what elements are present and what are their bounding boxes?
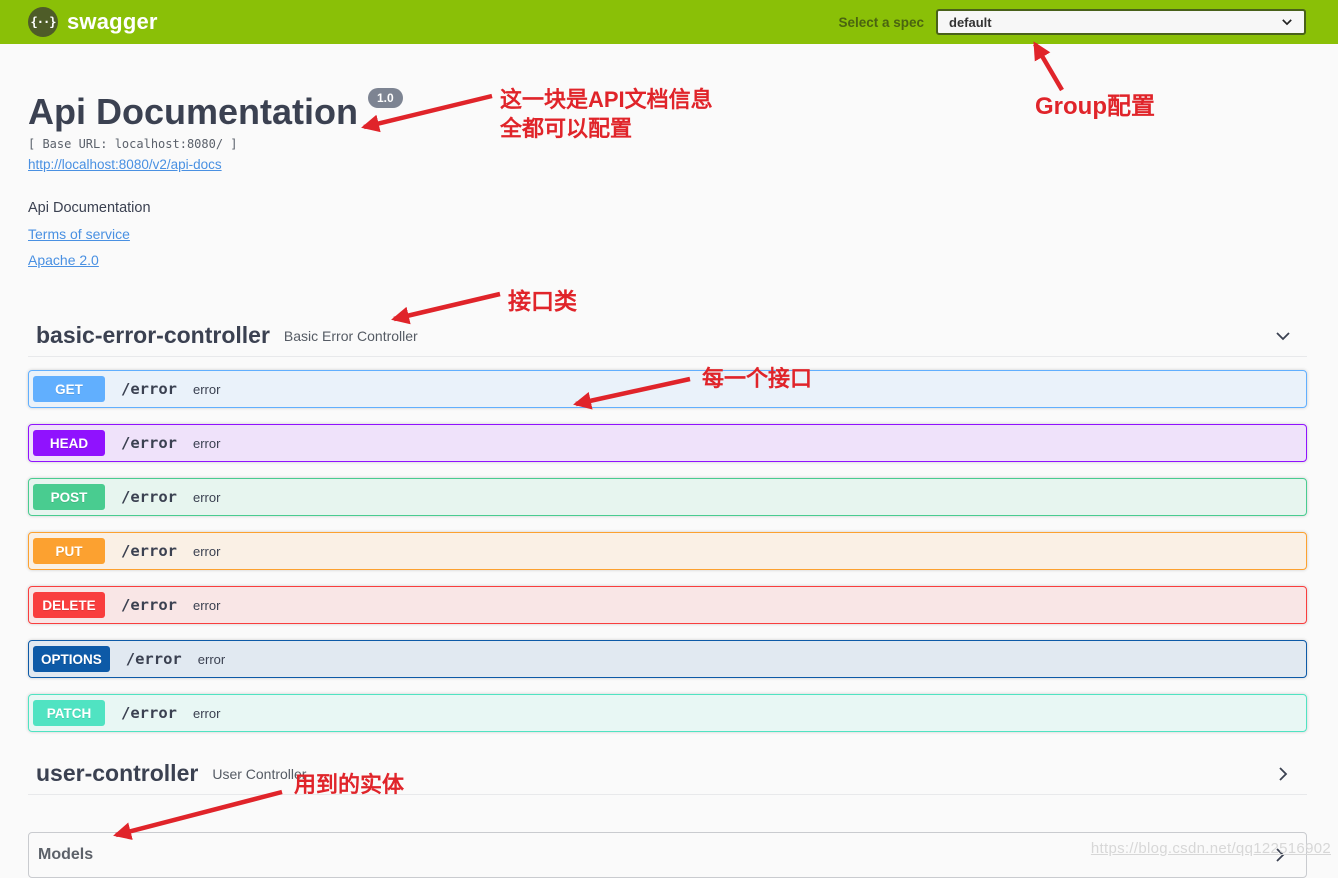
operation-path: /error: [126, 650, 182, 668]
method-badge: DELETE: [33, 592, 105, 618]
operation-row-put-error[interactable]: PUT /error error: [28, 532, 1307, 570]
method-badge: OPTIONS: [33, 646, 110, 672]
method-badge: PATCH: [33, 700, 105, 726]
chevron-right-icon: [1273, 764, 1293, 784]
operation-summary: error: [193, 490, 220, 505]
operation-path: /error: [121, 488, 177, 506]
license-link[interactable]: Apache 2.0: [28, 252, 99, 268]
operation-row-delete-error[interactable]: DELETE /error error: [28, 586, 1307, 624]
operation-path: /error: [121, 542, 177, 560]
operation-summary: error: [193, 598, 220, 613]
operation-summary: error: [193, 436, 220, 451]
version-badge: 1.0: [368, 88, 403, 108]
models-title: Models: [38, 846, 93, 864]
api-description: Api Documentation: [28, 200, 1307, 216]
operations-list: GET /error error HEAD /error error POST …: [28, 370, 1307, 732]
spec-select-dropdown[interactable]: default: [936, 9, 1306, 35]
operation-summary: error: [198, 652, 225, 667]
topbar: {··} swagger Select a spec default: [0, 0, 1338, 44]
api-title-text: Api Documentation: [28, 94, 358, 130]
method-badge: PUT: [33, 538, 105, 564]
operation-row-patch-error[interactable]: PATCH /error error: [28, 694, 1307, 732]
terms-of-service-link[interactable]: Terms of service: [28, 226, 130, 242]
operation-path: /error: [121, 596, 177, 614]
chevron-down-icon: [1273, 326, 1293, 346]
operation-path: /error: [121, 704, 177, 722]
spec-select-value: default: [949, 15, 992, 30]
operation-path: /error: [121, 434, 177, 452]
swagger-logo-text: swagger: [67, 9, 158, 35]
operation-summary: error: [193, 382, 220, 397]
tag-description: User Controller: [212, 766, 306, 782]
operation-summary: error: [193, 706, 220, 721]
operation-summary: error: [193, 544, 220, 559]
tag-section-header-basic-error-controller[interactable]: basic-error-controller Basic Error Contr…: [28, 322, 1307, 357]
method-badge: POST: [33, 484, 105, 510]
watermark: https://blog.csdn.net/qq122516902: [1091, 840, 1331, 857]
tag-name: basic-error-controller: [36, 322, 270, 349]
method-badge: GET: [33, 376, 105, 402]
base-url: [ Base URL: localhost:8080/ ]: [28, 137, 1307, 151]
operation-row-post-error[interactable]: POST /error error: [28, 478, 1307, 516]
api-docs-link[interactable]: http://localhost:8080/v2/api-docs: [28, 157, 222, 172]
select-spec-label: Select a spec: [838, 15, 924, 30]
tag-description: Basic Error Controller: [284, 328, 418, 344]
chevron-down-icon: [1280, 15, 1294, 29]
main-content: Api Documentation 1.0 [ Base URL: localh…: [0, 44, 1338, 878]
tag-section-header-user-controller[interactable]: user-controller User Controller: [28, 760, 1307, 795]
method-badge: HEAD: [33, 430, 105, 456]
swagger-logo-icon: {··}: [28, 7, 58, 37]
operation-row-get-error[interactable]: GET /error error: [28, 370, 1307, 408]
page-title: Api Documentation 1.0: [28, 94, 403, 130]
operation-row-head-error[interactable]: HEAD /error error: [28, 424, 1307, 462]
tag-name: user-controller: [36, 760, 198, 787]
spec-selector: Select a spec default: [838, 9, 1306, 35]
swagger-brand: {··} swagger: [28, 7, 158, 37]
operation-path: /error: [121, 380, 177, 398]
operation-row-options-error[interactable]: OPTIONS /error error: [28, 640, 1307, 678]
